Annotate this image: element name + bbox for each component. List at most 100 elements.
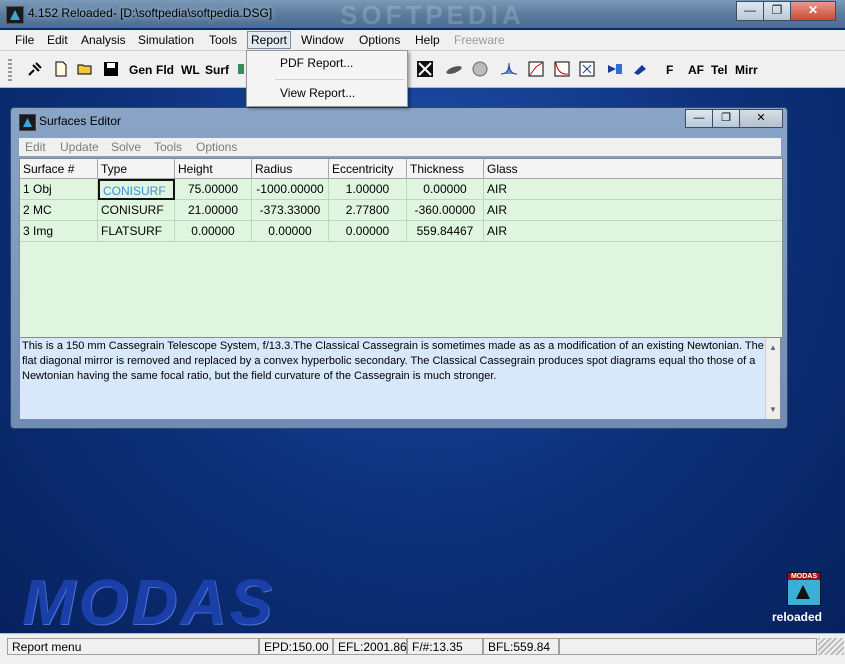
- column-header-type[interactable]: Type: [98, 159, 175, 179]
- editor-menu-bar: Edit Update Solve Tools Options: [19, 138, 781, 156]
- cell-height[interactable]: 75.00000: [175, 179, 252, 200]
- cell-radius[interactable]: -1000.00000: [252, 179, 329, 200]
- cell-eccentricity[interactable]: 0.00000: [329, 221, 407, 242]
- editor-menu-edit[interactable]: Edit: [25, 140, 46, 154]
- menu-window[interactable]: Window: [298, 32, 347, 48]
- scroll-down-icon[interactable]: ▼: [769, 402, 777, 417]
- column-header-height[interactable]: Height: [175, 159, 252, 179]
- wizard-icon[interactable]: [632, 61, 648, 77]
- restore-button[interactable]: ❐: [763, 1, 791, 21]
- cell-glass[interactable]: AIR: [484, 221, 782, 242]
- fld-button[interactable]: Fld: [156, 61, 174, 79]
- scroll-up-icon[interactable]: ▲: [769, 340, 777, 355]
- status-bar: Report menu EPD:150.00 EFL:2001.86 F/#:1…: [0, 633, 845, 664]
- gen-button[interactable]: Gen: [129, 61, 152, 79]
- menu-item-view-report[interactable]: View Report...: [280, 84, 355, 102]
- mirr-button[interactable]: Mirr: [735, 61, 758, 79]
- system-notes-textarea[interactable]: This is a 150 mm Cassegrain Telescope Sy…: [19, 337, 781, 420]
- menu-analysis[interactable]: Analysis: [78, 32, 129, 48]
- cell-type-selected[interactable]: CONISURF: [98, 179, 175, 200]
- toolbar: Gen Fld WL Surf F AF Tel Mirr: [0, 51, 845, 88]
- cell-glass[interactable]: AIR: [484, 200, 782, 221]
- wl-button[interactable]: WL: [181, 61, 200, 79]
- close-button[interactable]: ✕: [790, 1, 836, 21]
- cell-thickness[interactable]: -360.00000: [407, 200, 484, 221]
- status-bfl: BFL:559.84: [483, 638, 559, 655]
- menu-item-pdf-report[interactable]: PDF Report...: [280, 54, 353, 72]
- editor-menu-update[interactable]: Update: [60, 140, 99, 154]
- main-window-titlebar: 4.152 Reloaded- [D:\softpedia\softpedia.…: [0, 0, 845, 30]
- new-file-icon[interactable]: [53, 61, 69, 77]
- cell-height[interactable]: 21.00000: [175, 200, 252, 221]
- watermark: SOFTPEDIA: [340, 0, 525, 30]
- cell-type[interactable]: FLATSURF: [98, 221, 175, 242]
- menu-tools[interactable]: Tools: [206, 32, 240, 48]
- menu-freeware[interactable]: Freeware: [451, 32, 508, 48]
- menu-options[interactable]: Options: [356, 32, 403, 48]
- editor-menu-tools[interactable]: Tools: [154, 140, 182, 154]
- column-header-eccentricity[interactable]: Eccentricity: [329, 159, 407, 179]
- lens-icon[interactable]: [446, 61, 462, 77]
- editor-minimize-button[interactable]: —: [685, 109, 713, 128]
- status-efl: EFL:2001.86: [333, 638, 407, 655]
- menu-file[interactable]: File: [12, 32, 37, 48]
- curve-chart-icon[interactable]: [554, 61, 570, 77]
- menu-report[interactable]: Report: [247, 31, 292, 49]
- cell-radius[interactable]: 0.00000: [252, 221, 329, 242]
- system-notes-text: This is a 150 mm Cassegrain Telescope Sy…: [22, 340, 764, 382]
- cell-surface[interactable]: 2 MC: [20, 200, 98, 221]
- column-header-radius[interactable]: Radius: [252, 159, 329, 179]
- cell-eccentricity[interactable]: 1.00000: [329, 179, 407, 200]
- cell-height[interactable]: 0.00000: [175, 221, 252, 242]
- toolbar-grip[interactable]: [8, 59, 12, 81]
- spot-chart-icon[interactable]: [579, 61, 595, 77]
- status-empty-pane: [559, 638, 817, 655]
- window-title: 4.152 Reloaded- [D:\softpedia\softpedia.…: [28, 6, 273, 20]
- plug-icon[interactable]: [27, 61, 43, 77]
- psf-icon[interactable]: [501, 61, 517, 77]
- ray-trace-icon[interactable]: [607, 61, 623, 77]
- cell-glass[interactable]: AIR: [484, 179, 782, 200]
- sphere-icon[interactable]: [472, 61, 488, 77]
- status-fnumber: F/#:13.35: [407, 638, 483, 655]
- notes-scrollbar[interactable]: ▲ ▼: [765, 338, 780, 419]
- column-header-thickness[interactable]: Thickness: [407, 159, 484, 179]
- menu-separator: [275, 79, 405, 80]
- af-button[interactable]: AF: [688, 61, 704, 79]
- surfaces-grid: Surface # Type Height Radius Eccentricit…: [19, 158, 783, 338]
- cell-radius[interactable]: -373.33000: [252, 200, 329, 221]
- editor-app-icon[interactable]: [19, 114, 36, 131]
- editor-restore-button[interactable]: ❐: [712, 109, 740, 128]
- cell-thickness[interactable]: 0.00000: [407, 179, 484, 200]
- reloaded-label: reloaded: [772, 610, 823, 624]
- menu-bar: File Edit Analysis Simulation Tools Repo…: [0, 30, 845, 51]
- column-header-surface[interactable]: Surface #: [20, 159, 98, 179]
- menu-simulation[interactable]: Simulation: [135, 32, 197, 48]
- resize-grip[interactable]: [818, 638, 844, 655]
- minimize-button[interactable]: —: [736, 1, 764, 21]
- editor-close-button[interactable]: ✕: [739, 109, 783, 128]
- app-icon[interactable]: [6, 6, 24, 24]
- cell-surface[interactable]: 3 Img: [20, 221, 98, 242]
- report-dropdown-menu: PDF Report... View Report...: [246, 50, 408, 107]
- status-message: Report menu: [7, 638, 259, 655]
- column-header-glass[interactable]: Glass: [484, 159, 782, 179]
- cell-type[interactable]: CONISURF: [98, 200, 175, 221]
- editor-menu-solve[interactable]: Solve: [111, 140, 141, 154]
- f-button[interactable]: F: [666, 61, 673, 79]
- cell-thickness[interactable]: 559.84467: [407, 221, 484, 242]
- cross-icon[interactable]: [417, 61, 433, 77]
- surfaces-editor-window: Surfaces Editor — ❐ ✕ Edit Update Solve …: [10, 107, 788, 429]
- save-icon[interactable]: [103, 61, 119, 77]
- open-folder-icon[interactable]: [77, 61, 93, 77]
- editor-menu-options[interactable]: Options: [196, 140, 237, 154]
- menu-help[interactable]: Help: [412, 32, 443, 48]
- grid-icon[interactable]: [237, 61, 245, 77]
- cell-surface[interactable]: 1 Obj: [20, 179, 98, 200]
- mtf-chart-icon[interactable]: [528, 61, 544, 77]
- surf-button[interactable]: Surf: [205, 61, 229, 79]
- cell-eccentricity[interactable]: 2.77800: [329, 200, 407, 221]
- menu-edit[interactable]: Edit: [44, 32, 71, 48]
- tel-button[interactable]: Tel: [711, 61, 727, 79]
- editor-title: Surfaces Editor: [39, 114, 122, 128]
